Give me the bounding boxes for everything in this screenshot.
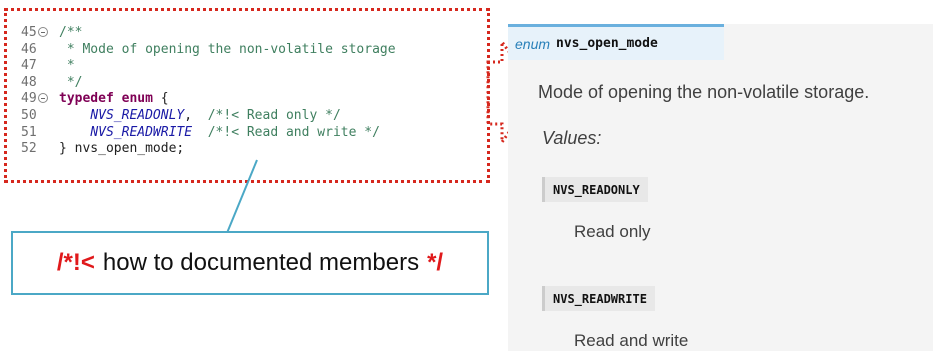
callout-close-marker: */ xyxy=(427,249,444,276)
callout-text: how to documented members xyxy=(102,249,420,276)
code-token: NVS_READWRITE xyxy=(90,124,193,140)
line-number: 45 xyxy=(21,25,59,42)
code-token: } nvs_open_mode; xyxy=(59,141,185,157)
docs-enum-header: enum nvs_open_mode xyxy=(508,24,724,60)
line-number: 47 xyxy=(21,58,37,74)
docs-enum-name: nvs_open_mode xyxy=(556,36,658,51)
line-number: 50 xyxy=(21,107,37,123)
code-line: 50 NVS_READONLY, /*!< Read only */ xyxy=(21,108,396,125)
code-token: * xyxy=(59,58,75,74)
code-line: 45/** xyxy=(21,25,396,42)
code-token: */ xyxy=(59,74,83,90)
fold-toggle-icon[interactable] xyxy=(38,93,48,104)
code-token: NVS_READONLY xyxy=(90,107,185,123)
code-token: , xyxy=(184,107,208,123)
code-line: 48 */ xyxy=(21,75,396,92)
callout-open-marker: /*!< xyxy=(56,249,95,276)
code-token: typedef enum xyxy=(59,91,153,107)
line-number: 49 xyxy=(21,91,59,108)
code-line: 46 * Mode of opening the non-volatile st… xyxy=(21,42,396,59)
code-line: 52 } nvs_open_mode; xyxy=(21,141,396,158)
line-number: 51 xyxy=(21,124,37,140)
docs-values-label: Values: xyxy=(542,128,602,148)
code-line: 47 * xyxy=(21,58,396,75)
member-doc-callout: /*!< how to documented members */ xyxy=(11,231,489,295)
fold-toggle-icon[interactable] xyxy=(38,27,48,37)
docs-member-description: Read only xyxy=(574,222,651,241)
code-token: /*!< Read and write */ xyxy=(207,124,380,140)
code-token: /*!< Read only */ xyxy=(207,107,341,123)
line-number: 46 xyxy=(21,41,37,57)
line-number: 52 xyxy=(21,141,37,157)
docs-member-name: NVS_READWRITE xyxy=(542,286,655,311)
docs-member-description: Read and write xyxy=(574,331,689,350)
code-token: { xyxy=(152,91,169,107)
generated-docs-panel: enum nvs_open_mode Mode of opening the n… xyxy=(508,24,933,351)
code-line: 51 NVS_READWRITE /*!< Read and write */ xyxy=(21,125,396,142)
docs-member-name: NVS_READONLY xyxy=(542,177,648,202)
code-token: /** xyxy=(59,25,83,40)
line-number: 48 xyxy=(21,74,37,90)
code-line: 49 typedef enum { xyxy=(21,91,396,108)
code-snippet-frame: 45/** 46 * Mode of opening the non-volati… xyxy=(4,8,490,183)
code-snippet: 45/** 46 * Mode of opening the non-volati… xyxy=(21,25,396,158)
docs-enum-description: Mode of opening the non-volatile storage… xyxy=(538,82,870,102)
code-token: * Mode of opening the non-volatile stora… xyxy=(59,41,396,57)
docs-enum-keyword: enum xyxy=(515,35,551,52)
